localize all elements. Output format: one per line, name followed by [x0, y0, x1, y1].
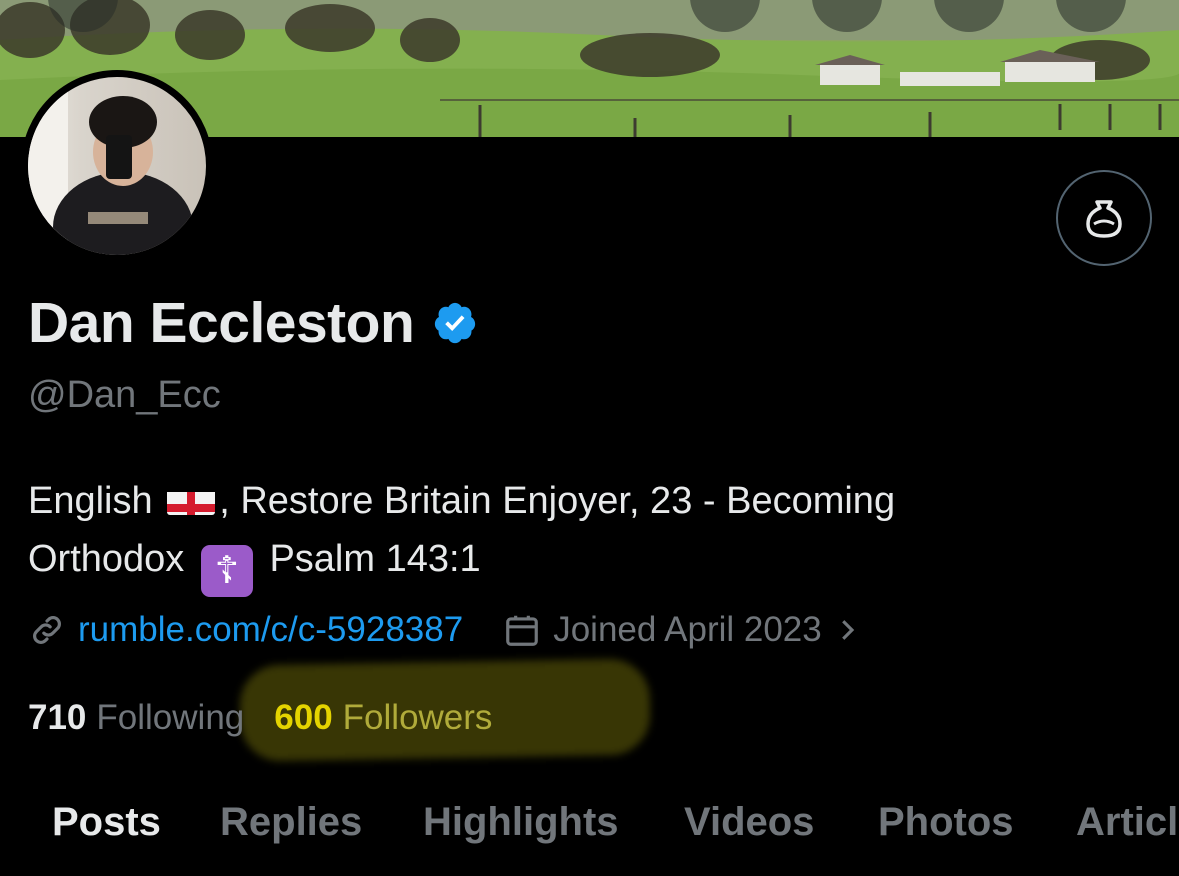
followers-label: Followers: [342, 698, 493, 737]
profile-meta: rumble.com/c/c-5928387 Joined April 2023: [28, 610, 862, 650]
bio-text: , Restore Britain Enjoyer, 23 - Becoming: [219, 480, 896, 522]
following-label: Following: [96, 698, 245, 737]
following-link[interactable]: 710 Following: [28, 698, 244, 738]
avatar[interactable]: [21, 70, 213, 262]
bio-line2-end: Psalm 143:1: [269, 538, 481, 580]
tab-replies[interactable]: Replies: [220, 800, 362, 845]
followers-link[interactable]: 600 Followers: [274, 698, 492, 738]
following-count: 710: [28, 698, 87, 737]
name-row: Dan Eccleston: [28, 290, 478, 356]
calendar-icon: [506, 615, 539, 646]
profile-tabs: Posts Replies Highlights Videos Photos A…: [0, 800, 1179, 860]
bio-line2-start: Orthodox: [28, 538, 185, 580]
tab-videos[interactable]: Videos: [684, 800, 814, 845]
grok-icon: [1086, 200, 1122, 238]
handle: @Dan_Ecc: [28, 374, 221, 416]
joined-date: Joined April 2023: [553, 610, 822, 649]
verified-badge-icon[interactable]: [432, 300, 478, 346]
tab-articles[interactable]: Articl: [1076, 800, 1178, 845]
followers-count: 600: [274, 698, 333, 737]
tab-photos[interactable]: Photos: [878, 800, 1014, 845]
follow-stats: 710 Following 600 Followers: [28, 698, 492, 738]
grok-button[interactable]: [1056, 170, 1152, 266]
avatar-image: [28, 77, 206, 255]
display-name: Dan Eccleston: [28, 291, 415, 355]
tab-posts[interactable]: Posts: [52, 800, 161, 845]
profile-link[interactable]: rumble.com/c/c-5928387: [78, 610, 463, 650]
england-flag-icon: [167, 483, 216, 515]
orthodox-cross-icon: ☦: [200, 545, 253, 597]
bio: English , Restore Britain Enjoyer, 23 - …: [28, 472, 1028, 597]
link-icon: [33, 616, 61, 644]
tab-highlights[interactable]: Highlights: [423, 800, 619, 845]
chevron-right-icon[interactable]: [832, 615, 862, 645]
bio-lead: English: [28, 480, 153, 522]
